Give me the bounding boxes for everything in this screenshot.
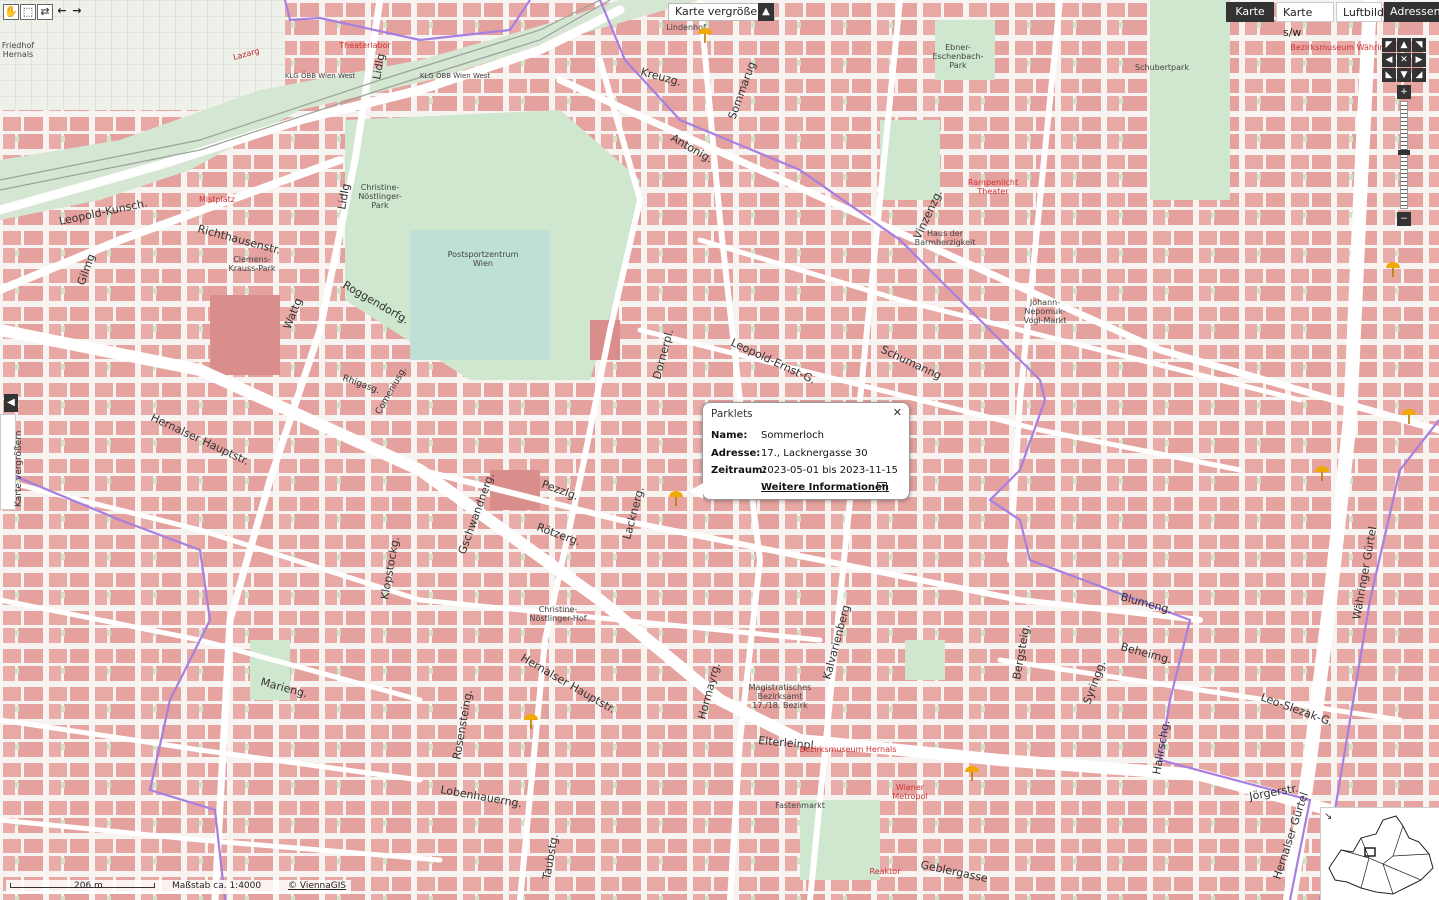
svg-text:Postsportzentrum: Postsportzentrum — [448, 250, 519, 259]
svg-text:Bezirksamt: Bezirksamt — [758, 692, 803, 701]
zoom-in-icon[interactable]: + — [1397, 85, 1411, 99]
parklet-popup: Parklets ✕ Name: Sommerloch Adresse: 17.… — [689, 402, 910, 500]
svg-text:Christine-: Christine- — [539, 605, 578, 614]
svg-text:KLG ÖBB Wien West: KLG ÖBB Wien West — [420, 71, 491, 80]
zoom-slider[interactable] — [1400, 101, 1408, 209]
popup-title: Parklets — [711, 408, 753, 420]
pan-down-right-icon[interactable]: ◢ — [1412, 68, 1426, 82]
pan-down-left-icon[interactable]: ◣ — [1382, 68, 1396, 82]
period-value: 2023-05-01 bis 2023-11-15 — [761, 465, 898, 476]
svg-text:Theaterlabor: Theaterlabor — [338, 41, 391, 50]
pan-up-icon[interactable]: ▲ — [1397, 38, 1411, 52]
address-value: 17., Lacknergasse 30 — [761, 448, 868, 459]
hand-tool-icon[interactable]: ✋ — [3, 4, 19, 20]
tab-karte[interactable]: Karte — [1226, 2, 1274, 22]
expand-left-icon[interactable]: ◀ — [4, 394, 18, 412]
vienna-outline — [1328, 815, 1434, 895]
pan-up-right-icon[interactable]: ◥ — [1412, 38, 1426, 52]
svg-text:Krauss-Park: Krauss-Park — [228, 264, 275, 273]
address-label: Adresse: — [711, 448, 761, 459]
back-arrow-icon[interactable]: ← — [54, 4, 70, 20]
zoom-slider-handle[interactable] — [1398, 150, 1410, 155]
svg-text:Schubertpark: Schubertpark — [1135, 63, 1189, 72]
name-value: Sommerloch — [761, 430, 824, 441]
svg-text:Magistratisches: Magistratisches — [749, 683, 812, 692]
svg-text:Clemens-: Clemens- — [233, 255, 271, 264]
scale-bar: 206 m Maßstab ca. 1:4000 © ViennaGIS — [6, 880, 351, 894]
svg-text:17./18. Bezirk: 17./18. Bezirk — [752, 701, 808, 710]
collapse-up-icon[interactable]: ▲ — [758, 3, 774, 21]
side-enlarge-map-label: Karte vergrößern — [14, 430, 24, 507]
svg-text:Wien: Wien — [473, 259, 493, 268]
map-credit: © ViennaGIS — [288, 881, 347, 891]
svg-text:Nöstlinger-: Nöstlinger- — [358, 192, 401, 201]
svg-text:Park: Park — [371, 201, 389, 210]
tab-karte-sw[interactable]: Karte s/w — [1276, 2, 1334, 39]
svg-text:Reaktor: Reaktor — [870, 867, 902, 876]
overview-minimap[interactable]: ↘ — [1320, 807, 1439, 900]
pan-center-icon[interactable]: ✕ — [1397, 53, 1411, 67]
pan-up-left-icon[interactable]: ◤ — [1382, 38, 1396, 52]
svg-text:Johann-: Johann- — [1029, 298, 1060, 307]
tab-adressen[interactable]: Adressen — [1384, 2, 1439, 22]
svg-text:KLG ÖBB Wien West: KLG ÖBB Wien West — [285, 71, 356, 80]
svg-text:Haus der: Haus der — [927, 229, 964, 238]
forward-arrow-icon[interactable]: → — [69, 4, 85, 20]
measure-tool-icon[interactable]: ⬚ — [20, 4, 36, 20]
zoom-out-icon[interactable]: − — [1397, 212, 1411, 226]
scale-distance: 206 m — [74, 881, 103, 891]
external-link-icon: ↗ — [877, 482, 887, 492]
pan-left-icon[interactable]: ◀ — [1382, 53, 1396, 67]
pan-right-icon[interactable]: ▶ — [1412, 53, 1426, 67]
svg-text:Hernals: Hernals — [3, 50, 33, 59]
svg-text:Christine-: Christine- — [361, 183, 400, 192]
svg-text:Rampenlicht: Rampenlicht — [968, 178, 1018, 187]
svg-text:Fastenmarkt: Fastenmarkt — [775, 801, 825, 810]
svg-text:Bezirksmuseum Hernals: Bezirksmuseum Hernals — [800, 745, 897, 754]
tab-luftbild[interactable]: Luftbild — [1336, 2, 1384, 22]
svg-text:Barmherzigkeit: Barmherzigkeit — [915, 238, 976, 247]
side-enlarge-map-tab[interactable]: Karte vergrößern — [0, 414, 24, 510]
swap-tool-icon[interactable]: ⇄ — [37, 4, 53, 20]
close-icon[interactable]: ✕ — [893, 406, 902, 419]
svg-text:Friedhof: Friedhof — [2, 41, 34, 50]
svg-text:Eschenbach-: Eschenbach- — [932, 52, 983, 61]
park-schubertpark — [1150, 0, 1230, 200]
svg-text:Nepomuk-: Nepomuk- — [1024, 307, 1065, 316]
svg-text:Park: Park — [949, 61, 967, 70]
scale-ratio: Maßstab ca. 1:4000 — [172, 881, 262, 891]
svg-text:Theater: Theater — [976, 187, 1009, 196]
svg-text:Mistplatz: Mistplatz — [199, 195, 235, 204]
svg-text:Metropol: Metropol — [892, 792, 927, 801]
svg-text:Vogl-Markt: Vogl-Markt — [1024, 316, 1067, 325]
svg-text:Bezirksmuseum Währing: Bezirksmuseum Währing — [1290, 43, 1389, 52]
more-info-link[interactable]: Weitere Informationen — [761, 482, 889, 493]
svg-text:Nöstlinger-Hof: Nöstlinger-Hof — [529, 614, 586, 623]
name-label: Name: — [711, 430, 748, 441]
period-label: Zeitraum: — [711, 465, 767, 476]
svg-text:Wiener: Wiener — [896, 783, 925, 792]
popup-pointer — [689, 483, 703, 499]
pan-down-icon[interactable]: ▼ — [1397, 68, 1411, 82]
svg-text:Ebner-: Ebner- — [945, 43, 971, 52]
